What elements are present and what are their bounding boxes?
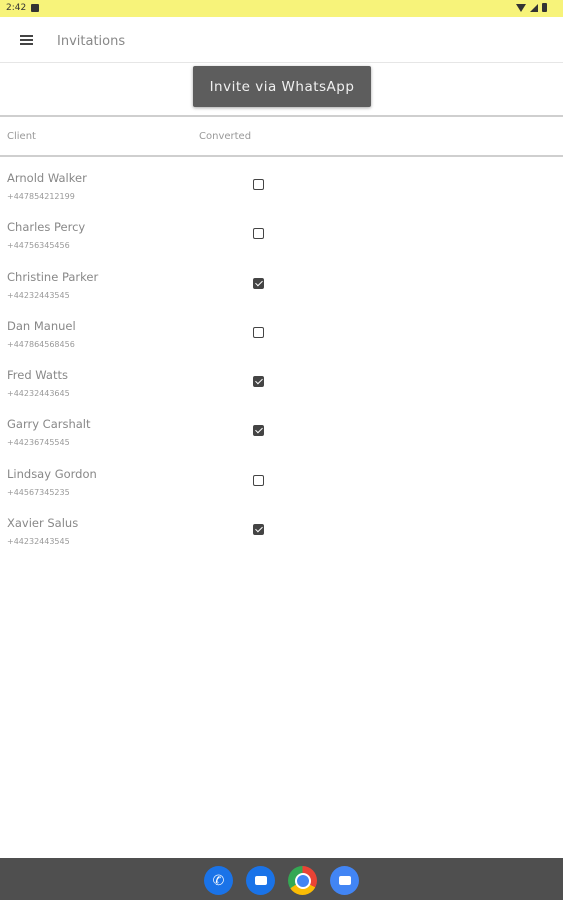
status-bar: 2:42	[0, 0, 563, 17]
battery-icon	[542, 3, 547, 12]
converted-checkbox[interactable]	[253, 524, 264, 536]
client-name: Dan Manuel	[7, 318, 76, 333]
status-time: 2:42	[6, 3, 27, 13]
client-row[interactable]: Christine Parker +44232443545	[0, 264, 563, 313]
client-row[interactable]: Fred Watts +44232443645	[0, 362, 563, 411]
client-phone: +447854212199	[7, 192, 75, 201]
client-phone: +44236745545	[7, 438, 70, 448]
header-bottom-divider	[0, 155, 563, 157]
header-top-divider	[0, 115, 563, 117]
converted-checkbox[interactable]	[253, 425, 264, 437]
client-row[interactable]: Charles Percy +44756345456	[0, 214, 563, 263]
client-phone: +44232443545	[7, 290, 70, 300]
invite-whatsapp-button[interactable]: Invite via WhatsApp	[193, 66, 371, 107]
client-name: Fred Watts	[7, 368, 68, 383]
client-name: Arnold Walker	[7, 171, 87, 185]
camera-icon[interactable]	[330, 866, 359, 895]
phone-icon[interactable]: ✆	[204, 866, 233, 895]
client-row[interactable]: Arnold Walker +447854212199	[0, 165, 563, 214]
client-list: Arnold Walker +447854212199 Charles Perc…	[0, 165, 563, 559]
client-name: Xavier Salus	[7, 516, 79, 531]
client-name: Charles Percy	[7, 220, 86, 235]
chrome-icon[interactable]	[288, 866, 317, 895]
converted-checkbox[interactable]	[253, 277, 264, 289]
signal-icon	[530, 3, 538, 12]
client-phone: +447864568456	[7, 339, 75, 349]
client-name: Christine Parker	[7, 269, 99, 284]
app-dock: ✆	[204, 866, 359, 895]
notification-icon	[31, 4, 39, 12]
menu-icon[interactable]	[20, 35, 33, 45]
client-phone: +44567345235	[7, 487, 70, 497]
client-row[interactable]: Lindsay Gordon +44567345235	[0, 461, 563, 510]
client-row[interactable]: Xavier Salus +44232443545	[0, 510, 563, 559]
converted-checkbox[interactable]	[253, 228, 264, 240]
messages-icon[interactable]	[246, 866, 275, 895]
client-row[interactable]: Dan Manuel +447864568456	[0, 313, 563, 362]
status-icons	[516, 3, 547, 12]
page-title: Invitations	[57, 34, 126, 49]
client-name: Garry Carshalt	[7, 417, 91, 432]
converted-checkbox[interactable]	[253, 474, 264, 486]
converted-checkbox[interactable]	[253, 179, 264, 190]
converted-checkbox[interactable]	[253, 326, 264, 338]
column-header-client: Client	[7, 131, 36, 142]
client-phone: +44232443545	[7, 537, 70, 547]
converted-checkbox[interactable]	[253, 376, 264, 388]
column-header-converted: Converted	[199, 131, 252, 142]
client-name: Lindsay Gordon	[7, 466, 97, 481]
client-phone: +44232443645	[7, 389, 70, 399]
app-bar: Invitations	[0, 17, 563, 63]
table-header: Client Converted	[0, 118, 563, 156]
client-phone: +44756345456	[7, 241, 70, 251]
client-row[interactable]: Garry Carshalt +44236745545	[0, 411, 563, 460]
wifi-icon	[516, 3, 526, 12]
